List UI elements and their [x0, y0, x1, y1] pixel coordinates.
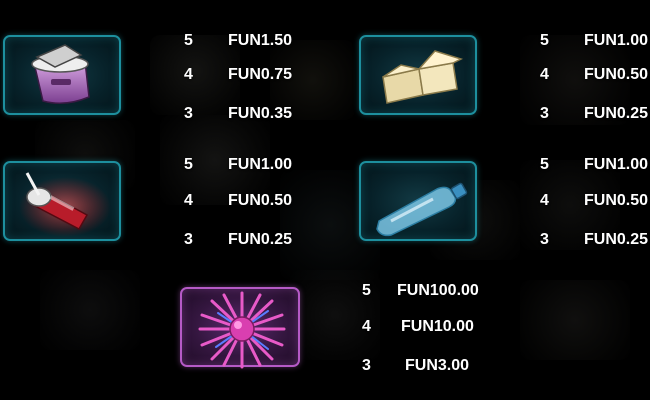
background-symbol — [520, 280, 630, 360]
paytable-symbol-sea-urchin — [180, 287, 300, 369]
payout-amount: FUN1.00 — [584, 32, 649, 49]
pay-row: 4 FUN0.50 — [184, 190, 304, 212]
match-count: 4 — [540, 192, 549, 209]
pay-row: 3 FUN0.25 — [540, 103, 650, 125]
payout-amount: FUN0.35 — [228, 105, 293, 122]
match-count: 3 — [362, 357, 371, 374]
match-count: 4 — [540, 66, 549, 83]
pay-row: 4 FUN0.50 — [540, 190, 650, 212]
pay-row: 3 FUN3.00 — [362, 355, 492, 377]
match-count: 3 — [184, 105, 193, 122]
match-count: 4 — [184, 66, 193, 83]
pay-row: 3 FUN0.25 — [184, 229, 304, 251]
pay-row: 3 FUN0.25 — [540, 229, 650, 251]
payout-amount: FUN0.25 — [584, 105, 649, 122]
pay-row: 5 FUN1.00 — [540, 30, 650, 52]
match-count: 4 — [184, 192, 193, 209]
match-count: 5 — [184, 156, 193, 173]
plastic-bottle-icon — [376, 182, 468, 237]
trash-can-icon — [31, 44, 90, 104]
match-count: 5 — [540, 156, 549, 173]
paytable-symbol-plastic-bottle — [359, 161, 477, 241]
pay-row: 5 FUN1.00 — [540, 154, 650, 176]
payout-amount: FUN1.50 — [228, 32, 293, 49]
pay-row: 4 FUN10.00 — [362, 316, 492, 338]
paytable-symbol-soda-cup — [3, 161, 121, 241]
takeout-box-icon — [382, 50, 464, 104]
payout-amount: FUN0.25 — [584, 231, 649, 248]
sea-urchin-icon — [198, 291, 286, 369]
pay-row: 4 FUN0.50 — [540, 64, 650, 86]
payout-amount: FUN0.50 — [228, 192, 293, 209]
match-count: 5 — [362, 282, 371, 299]
soda-cup-icon — [19, 172, 111, 237]
payout-amount: FUN0.25 — [228, 231, 293, 248]
payout-amount: FUN0.50 — [584, 66, 649, 83]
payout-amount: FUN100.00 — [397, 282, 479, 299]
match-count: 3 — [184, 231, 193, 248]
pay-row: 5 FUN100.00 — [362, 280, 492, 302]
pay-row: 5 FUN1.00 — [184, 154, 304, 176]
background-symbol — [40, 270, 140, 350]
match-count: 4 — [362, 318, 371, 335]
pay-row: 3 FUN0.35 — [184, 103, 304, 125]
paytable-symbol-trash-can — [3, 35, 121, 115]
payout-amount: FUN3.00 — [405, 357, 470, 374]
payout-amount: FUN10.00 — [401, 318, 474, 335]
payout-amount: FUN1.00 — [228, 156, 293, 173]
match-count: 3 — [540, 231, 549, 248]
paytable-symbol-takeout-box — [359, 35, 477, 115]
pay-row: 4 FUN0.75 — [184, 64, 304, 86]
match-count: 3 — [540, 105, 549, 122]
match-count: 5 — [540, 32, 549, 49]
payout-amount: FUN0.75 — [228, 66, 293, 83]
payout-amount: FUN0.50 — [584, 192, 649, 209]
match-count: 5 — [184, 32, 193, 49]
pay-row: 5 FUN1.50 — [184, 30, 304, 52]
payout-amount: FUN1.00 — [584, 156, 649, 173]
